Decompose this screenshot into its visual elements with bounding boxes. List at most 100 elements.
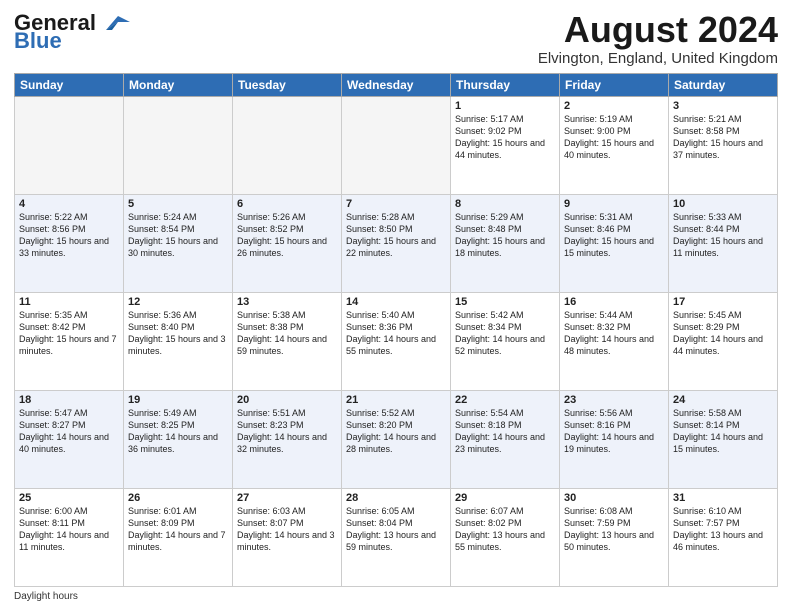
- day-info: Sunrise: 5:26 AMSunset: 8:52 PMDaylight:…: [237, 211, 337, 260]
- main-title: August 2024: [538, 10, 778, 50]
- day-info: Sunrise: 5:17 AMSunset: 9:02 PMDaylight:…: [455, 113, 555, 162]
- calendar-cell: 21Sunrise: 5:52 AMSunset: 8:20 PMDayligh…: [342, 390, 451, 488]
- day-info: Sunrise: 6:03 AMSunset: 8:07 PMDaylight:…: [237, 505, 337, 554]
- day-number: 8: [455, 198, 555, 210]
- day-number: 10: [673, 198, 773, 210]
- day-info: Sunrise: 5:33 AMSunset: 8:44 PMDaylight:…: [673, 211, 773, 260]
- calendar-week-row: 18Sunrise: 5:47 AMSunset: 8:27 PMDayligh…: [15, 390, 778, 488]
- day-info: Sunrise: 5:28 AMSunset: 8:50 PMDaylight:…: [346, 211, 446, 260]
- calendar-week-row: 11Sunrise: 5:35 AMSunset: 8:42 PMDayligh…: [15, 292, 778, 390]
- calendar-cell: [233, 96, 342, 194]
- calendar-header-friday: Friday: [560, 73, 669, 96]
- calendar-cell: 3Sunrise: 5:21 AMSunset: 8:58 PMDaylight…: [669, 96, 778, 194]
- day-number: 15: [455, 296, 555, 308]
- day-number: 11: [19, 296, 119, 308]
- day-info: Sunrise: 6:10 AMSunset: 7:57 PMDaylight:…: [673, 505, 773, 554]
- day-number: 13: [237, 296, 337, 308]
- day-info: Sunrise: 5:51 AMSunset: 8:23 PMDaylight:…: [237, 407, 337, 456]
- calendar-cell: 10Sunrise: 5:33 AMSunset: 8:44 PMDayligh…: [669, 194, 778, 292]
- subtitle: Elvington, England, United Kingdom: [538, 50, 778, 67]
- calendar-week-row: 1Sunrise: 5:17 AMSunset: 9:02 PMDaylight…: [15, 96, 778, 194]
- day-number: 22: [455, 394, 555, 406]
- calendar-cell: 30Sunrise: 6:08 AMSunset: 7:59 PMDayligh…: [560, 488, 669, 586]
- day-number: 5: [128, 198, 228, 210]
- page: General Blue August 2024 Elvington, Engl…: [0, 0, 792, 612]
- calendar-cell: 1Sunrise: 5:17 AMSunset: 9:02 PMDaylight…: [451, 96, 560, 194]
- calendar-cell: 29Sunrise: 6:07 AMSunset: 8:02 PMDayligh…: [451, 488, 560, 586]
- logo-bird-icon: [98, 12, 130, 34]
- calendar-cell: 22Sunrise: 5:54 AMSunset: 8:18 PMDayligh…: [451, 390, 560, 488]
- calendar-cell: 26Sunrise: 6:01 AMSunset: 8:09 PMDayligh…: [124, 488, 233, 586]
- calendar-cell: 24Sunrise: 5:58 AMSunset: 8:14 PMDayligh…: [669, 390, 778, 488]
- footer: Daylight hours: [14, 591, 778, 602]
- day-info: Sunrise: 5:24 AMSunset: 8:54 PMDaylight:…: [128, 211, 228, 260]
- calendar-cell: 7Sunrise: 5:28 AMSunset: 8:50 PMDaylight…: [342, 194, 451, 292]
- day-number: 7: [346, 198, 446, 210]
- calendar-header-monday: Monday: [124, 73, 233, 96]
- day-info: Sunrise: 5:38 AMSunset: 8:38 PMDaylight:…: [237, 309, 337, 358]
- day-info: Sunrise: 5:56 AMSunset: 8:16 PMDaylight:…: [564, 407, 664, 456]
- day-number: 26: [128, 492, 228, 504]
- day-info: Sunrise: 6:07 AMSunset: 8:02 PMDaylight:…: [455, 505, 555, 554]
- calendar-cell: 31Sunrise: 6:10 AMSunset: 7:57 PMDayligh…: [669, 488, 778, 586]
- daylight-label: Daylight hours: [14, 591, 78, 602]
- calendar-cell: 5Sunrise: 5:24 AMSunset: 8:54 PMDaylight…: [124, 194, 233, 292]
- calendar-cell: 14Sunrise: 5:40 AMSunset: 8:36 PMDayligh…: [342, 292, 451, 390]
- calendar-cell: 20Sunrise: 5:51 AMSunset: 8:23 PMDayligh…: [233, 390, 342, 488]
- day-info: Sunrise: 5:47 AMSunset: 8:27 PMDaylight:…: [19, 407, 119, 456]
- calendar-cell: [342, 96, 451, 194]
- logo-blue: Blue: [14, 28, 62, 54]
- day-number: 9: [564, 198, 664, 210]
- calendar-header-sunday: Sunday: [15, 73, 124, 96]
- day-info: Sunrise: 5:44 AMSunset: 8:32 PMDaylight:…: [564, 309, 664, 358]
- day-number: 20: [237, 394, 337, 406]
- calendar-cell: [15, 96, 124, 194]
- day-number: 14: [346, 296, 446, 308]
- day-info: Sunrise: 5:21 AMSunset: 8:58 PMDaylight:…: [673, 113, 773, 162]
- calendar-cell: 9Sunrise: 5:31 AMSunset: 8:46 PMDaylight…: [560, 194, 669, 292]
- calendar-cell: 6Sunrise: 5:26 AMSunset: 8:52 PMDaylight…: [233, 194, 342, 292]
- calendar-cell: 13Sunrise: 5:38 AMSunset: 8:38 PMDayligh…: [233, 292, 342, 390]
- calendar-cell: [124, 96, 233, 194]
- day-number: 31: [673, 492, 773, 504]
- calendar-cell: 4Sunrise: 5:22 AMSunset: 8:56 PMDaylight…: [15, 194, 124, 292]
- calendar-cell: 2Sunrise: 5:19 AMSunset: 9:00 PMDaylight…: [560, 96, 669, 194]
- calendar-cell: 25Sunrise: 6:00 AMSunset: 8:11 PMDayligh…: [15, 488, 124, 586]
- calendar-cell: 17Sunrise: 5:45 AMSunset: 8:29 PMDayligh…: [669, 292, 778, 390]
- day-number: 24: [673, 394, 773, 406]
- day-info: Sunrise: 5:45 AMSunset: 8:29 PMDaylight:…: [673, 309, 773, 358]
- logo: General Blue: [14, 10, 130, 54]
- day-number: 23: [564, 394, 664, 406]
- calendar-week-row: 25Sunrise: 6:00 AMSunset: 8:11 PMDayligh…: [15, 488, 778, 586]
- day-number: 17: [673, 296, 773, 308]
- calendar-cell: 15Sunrise: 5:42 AMSunset: 8:34 PMDayligh…: [451, 292, 560, 390]
- calendar-cell: 12Sunrise: 5:36 AMSunset: 8:40 PMDayligh…: [124, 292, 233, 390]
- day-number: 18: [19, 394, 119, 406]
- header: General Blue August 2024 Elvington, Engl…: [14, 10, 778, 67]
- calendar-cell: 28Sunrise: 6:05 AMSunset: 8:04 PMDayligh…: [342, 488, 451, 586]
- calendar-cell: 8Sunrise: 5:29 AMSunset: 8:48 PMDaylight…: [451, 194, 560, 292]
- day-info: Sunrise: 5:42 AMSunset: 8:34 PMDaylight:…: [455, 309, 555, 358]
- calendar-cell: 18Sunrise: 5:47 AMSunset: 8:27 PMDayligh…: [15, 390, 124, 488]
- day-info: Sunrise: 5:58 AMSunset: 8:14 PMDaylight:…: [673, 407, 773, 456]
- calendar-cell: 16Sunrise: 5:44 AMSunset: 8:32 PMDayligh…: [560, 292, 669, 390]
- day-info: Sunrise: 5:22 AMSunset: 8:56 PMDaylight:…: [19, 211, 119, 260]
- day-number: 25: [19, 492, 119, 504]
- title-block: August 2024 Elvington, England, United K…: [538, 10, 778, 67]
- day-info: Sunrise: 5:40 AMSunset: 8:36 PMDaylight:…: [346, 309, 446, 358]
- calendar-header-wednesday: Wednesday: [342, 73, 451, 96]
- day-number: 19: [128, 394, 228, 406]
- day-info: Sunrise: 5:19 AMSunset: 9:00 PMDaylight:…: [564, 113, 664, 162]
- day-info: Sunrise: 5:49 AMSunset: 8:25 PMDaylight:…: [128, 407, 228, 456]
- day-number: 3: [673, 100, 773, 112]
- day-info: Sunrise: 6:01 AMSunset: 8:09 PMDaylight:…: [128, 505, 228, 554]
- day-info: Sunrise: 5:36 AMSunset: 8:40 PMDaylight:…: [128, 309, 228, 358]
- day-info: Sunrise: 5:54 AMSunset: 8:18 PMDaylight:…: [455, 407, 555, 456]
- day-number: 30: [564, 492, 664, 504]
- day-info: Sunrise: 6:00 AMSunset: 8:11 PMDaylight:…: [19, 505, 119, 554]
- day-number: 12: [128, 296, 228, 308]
- day-info: Sunrise: 5:52 AMSunset: 8:20 PMDaylight:…: [346, 407, 446, 456]
- day-info: Sunrise: 6:08 AMSunset: 7:59 PMDaylight:…: [564, 505, 664, 554]
- calendar-header-tuesday: Tuesday: [233, 73, 342, 96]
- day-info: Sunrise: 5:31 AMSunset: 8:46 PMDaylight:…: [564, 211, 664, 260]
